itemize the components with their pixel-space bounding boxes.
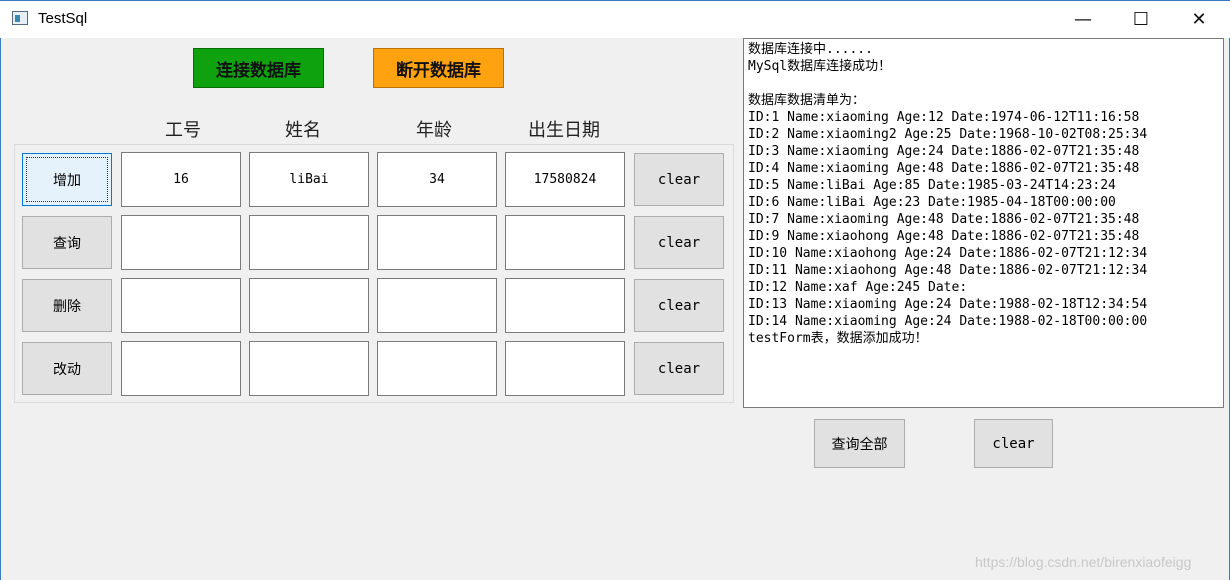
modify-age-field[interactable] xyxy=(377,341,497,396)
window-title: TestSql xyxy=(38,10,88,27)
log-line: ID:13 Name:xiaoming Age:24 Date:1988-02-… xyxy=(748,297,1148,312)
query-all-button[interactable]: 查询全部 xyxy=(814,419,905,468)
query-birthdate-field[interactable] xyxy=(505,215,625,270)
disconnect-db-button[interactable]: 断开数据库 xyxy=(373,48,504,88)
modify-clear-button[interactable]: clear xyxy=(634,342,724,395)
delete-name-field[interactable] xyxy=(249,278,369,333)
minimize-button[interactable]: — xyxy=(1054,1,1112,38)
log-line: ID:6 Name:liBai Age:23 Date:1985-04-18T0… xyxy=(748,195,1116,210)
add-id-field[interactable]: 16 xyxy=(121,152,241,207)
query-age-field[interactable] xyxy=(377,215,497,270)
query-id-field[interactable] xyxy=(121,215,241,270)
maximize-button[interactable]: ☐ xyxy=(1112,1,1170,38)
query-name-field[interactable] xyxy=(249,215,369,270)
log-line: 数据库数据清单为： xyxy=(748,93,866,108)
delete-id-field[interactable] xyxy=(121,278,241,333)
log-output-textarea[interactable]: 数据库连接中...... MySql数据库连接成功！ 数据库数据清单为： ID:… xyxy=(743,38,1224,408)
add-age-field[interactable]: 34 xyxy=(377,152,497,207)
close-button[interactable]: ✕ xyxy=(1170,1,1228,38)
app-icon xyxy=(12,11,28,25)
minimize-icon: — xyxy=(1074,9,1092,30)
add-name-field[interactable]: liBai xyxy=(249,152,369,207)
close-icon: ✕ xyxy=(1191,9,1207,30)
log-line: ID:2 Name:xiaoming2 Age:25 Date:1968-10-… xyxy=(748,127,1148,142)
log-line: ID:11 Name:xiaohong Age:48 Date:1886-02-… xyxy=(748,263,1148,278)
add-birthdate-field[interactable]: 17580824 xyxy=(505,152,625,207)
log-line: ID:7 Name:xiaoming Age:48 Date:1886-02-0… xyxy=(748,212,1140,227)
maximize-icon: ☐ xyxy=(1132,9,1150,30)
log-line: ID:5 Name:liBai Age:85 Date:1985-03-24T1… xyxy=(748,178,1116,193)
column-header-name: 姓名 xyxy=(285,120,321,141)
log-line: MySql数据库连接成功！ xyxy=(748,59,892,74)
modify-button[interactable]: 改动 xyxy=(22,342,112,395)
query-clear-button[interactable]: clear xyxy=(634,216,724,269)
log-line: ID:12 Name:xaf Age:245 Date: xyxy=(748,280,968,295)
add-button[interactable]: 增加 xyxy=(22,153,112,206)
log-line: 数据库连接中...... xyxy=(748,42,873,57)
window-border-left xyxy=(0,38,1,580)
add-clear-button[interactable]: clear xyxy=(634,153,724,206)
modify-birthdate-field[interactable] xyxy=(505,341,625,396)
delete-button[interactable]: 删除 xyxy=(22,279,112,332)
log-line: ID:9 Name:xiaohong Age:48 Date:1886-02-0… xyxy=(748,229,1140,244)
delete-clear-button[interactable]: clear xyxy=(634,279,724,332)
column-header-age: 年龄 xyxy=(416,120,452,141)
modify-name-field[interactable] xyxy=(249,341,369,396)
log-line: ID:3 Name:xiaoming Age:24 Date:1886-02-0… xyxy=(748,144,1140,159)
query-button[interactable]: 查询 xyxy=(22,216,112,269)
column-header-id: 工号 xyxy=(165,120,201,141)
delete-age-field[interactable] xyxy=(377,278,497,333)
modify-id-field[interactable] xyxy=(121,341,241,396)
log-line: ID:10 Name:xiaohong Age:24 Date:1886-02-… xyxy=(748,246,1148,261)
log-clear-button[interactable]: clear xyxy=(974,419,1053,468)
log-line: ID:14 Name:xiaoming Age:24 Date:1988-02-… xyxy=(748,314,1148,329)
watermark: https://blog.csdn.net/birenxiaofeigg xyxy=(975,554,1192,570)
log-line: testForm表，数据添加成功！ xyxy=(748,331,928,346)
log-line: ID:1 Name:xiaoming Age:12 Date:1974-06-1… xyxy=(748,110,1140,125)
title-bar: TestSql — ☐ ✕ xyxy=(0,0,1230,38)
column-header-birthdate: 出生日期 xyxy=(528,120,600,141)
log-line: ID:4 Name:xiaoming Age:48 Date:1886-02-0… xyxy=(748,161,1140,176)
delete-birthdate-field[interactable] xyxy=(505,278,625,333)
connect-db-button[interactable]: 连接数据库 xyxy=(193,48,324,88)
